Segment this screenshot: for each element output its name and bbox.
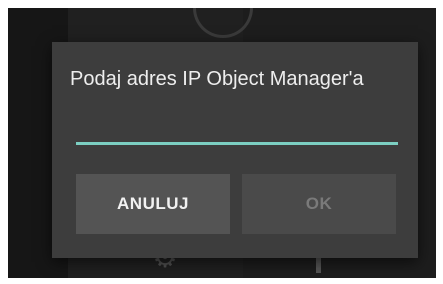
app-screen: ⚙ Podaj adres IP Object Manager'a ANULUJ…	[8, 8, 436, 278]
dialog-title: Podaj adres IP Object Manager'a	[70, 68, 364, 90]
ok-button[interactable]: OK	[242, 174, 396, 234]
ip-address-input[interactable]	[76, 102, 398, 145]
ip-address-dialog: Podaj adres IP Object Manager'a ANULUJ O…	[52, 42, 418, 258]
cancel-button[interactable]: ANULUJ	[76, 174, 230, 234]
